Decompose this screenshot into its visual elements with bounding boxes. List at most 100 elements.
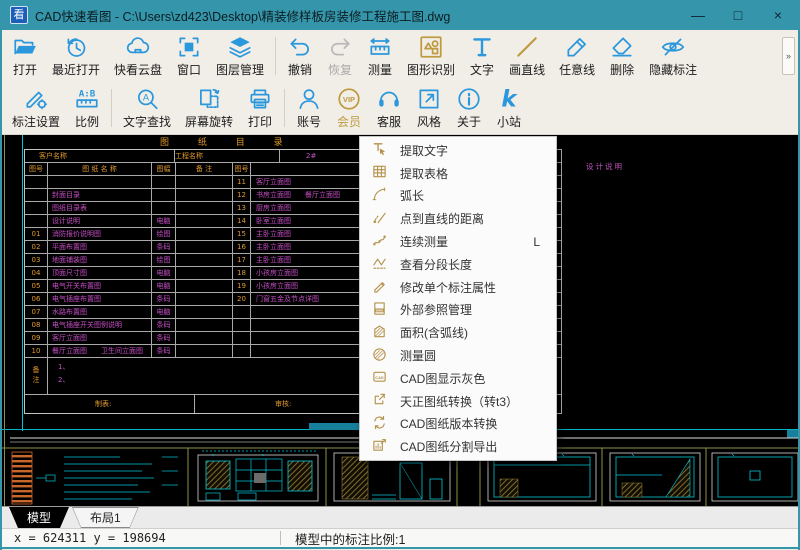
toolbar-button-annotation-settings[interactable]: 标注设置 [5,82,67,134]
shape-recognition-icon [418,34,444,60]
arc-length-icon [372,187,387,205]
toolbar-button-draw-line[interactable]: 画直线 [502,30,552,82]
cad-frame-line-cyan [22,135,23,431]
text-search-icon: A [134,86,160,112]
about-icon [456,86,482,112]
cad-table-client-label: 客户名称 [25,150,175,162]
layout-tabbar: 模型 布局1 [2,506,798,528]
measure-icon [367,34,393,60]
cursor-coordinates: x = 624311 y = 198694 [14,531,266,545]
cloud-drive-icon [125,34,151,60]
menu-item-t3-convert[interactable]: 天正图纸转换（转t3） [360,390,556,413]
toolbar-row-2: 标注设置 A:B 比例 A 文字查找 屏幕旋转 [2,82,798,134]
toolbar-button-hide-annotation[interactable]: 隐藏标注 [642,30,704,82]
window-select-icon [176,34,202,60]
svg-text:k: k [501,87,518,112]
toolbar-button-text[interactable]: 文字 [462,30,502,82]
toolbar-button-window-select[interactable]: 窗口 [169,30,209,82]
recent-open-icon [63,34,89,60]
annotation-scale: 模型中的标注比例:1 [295,529,405,548]
toolbar-button-screen-rotate[interactable]: 屏幕旋转 [178,82,240,134]
cad-table-project-label: 工程名称 [175,150,280,162]
toolbar-button-layer-manage[interactable]: 图层管理 [209,30,271,82]
toolbar-button-account[interactable]: 账号 [289,82,329,134]
hide-annotation-icon [660,34,686,60]
toolbar: 打开 最近打开 快看云盘 窗口 [2,30,798,135]
toolbar-button-service[interactable]: 客服 [369,82,409,134]
toolbar-button-shape-recognition[interactable]: 图形识别 [400,30,462,82]
toolbar-button-style[interactable]: 风格 [409,82,449,134]
toolbar-button-delete[interactable]: 删除 [602,30,642,82]
delete-icon [609,34,635,60]
maximize-button[interactable]: □ [718,0,758,30]
svg-text:A:B: A:B [79,88,96,99]
menu-item-xref-manage[interactable]: DWG 外部参照管理 [360,299,556,322]
titlebar: 看 CAD快速看图 - C:\Users\zd423\Desktop\精装修样板… [2,0,798,30]
menu-item-modify-annotation[interactable]: 修改单个标注属性 [360,276,556,299]
cad-notes-title: 设计说明 [586,161,798,172]
toolbar-button-measure[interactable]: 测量 [360,30,400,82]
cad-teal-bar [309,423,362,430]
menu-item-version-convert[interactable]: CAD图纸版本转换 [360,413,556,436]
site-icon: k [496,86,522,112]
menu-item-extract-text[interactable]: 提取文字 [360,139,556,162]
undo-icon [287,34,313,60]
toolbar-button-open[interactable]: 打开 [5,30,45,82]
app-icon: 看 [10,6,28,24]
menu-item-split-export[interactable]: CAD图纸分割导出 [360,435,556,458]
svg-text:VIP: VIP [343,95,355,104]
window-controls: — □ × [678,0,798,30]
cad-design-notes: 设计说明 [574,151,798,182]
scale-icon: A:B [74,86,100,112]
cad-gray-icon: CAD [372,369,387,387]
app-window: 看 CAD快速看图 - C:\Users\zd423\Desktop\精装修样板… [0,0,800,550]
xref-manage-icon: DWG [372,301,387,319]
toolbar-button-undo[interactable]: 撤销 [280,30,320,82]
draw-line-icon [514,34,540,60]
area-arc-icon [372,324,387,342]
toolbar-button-redo[interactable]: 恢复 [320,30,360,82]
menu-shortcut: L [533,235,540,249]
menu-item-segment-length[interactable]: 查看分段长度 [360,253,556,276]
split-export-icon [372,438,387,456]
toolbar-button-vip[interactable]: VIP 会员 [329,82,369,134]
toolbar-button-print[interactable]: 打印 [240,82,280,134]
menu-item-continuous-measure[interactable]: 连续测量 L [360,230,556,253]
menu-item-measure-circle[interactable]: 测量圆 [360,344,556,367]
toolbar-button-site[interactable]: k 小站 [489,82,529,134]
vip-icon: VIP [336,86,362,112]
menu-item-arc-length[interactable]: 弧长 [360,185,556,208]
continuous-measure-icon [372,233,387,251]
menu-item-extract-table[interactable]: 提取表格 [360,162,556,185]
measure-dropdown-menu: 提取文字 提取表格 弧长 点到直线的距离 [359,136,557,461]
menu-item-point-line-distance[interactable]: 点到直线的距离 [360,207,556,230]
toolbar-button-about[interactable]: 关于 [449,82,489,134]
menu-item-cad-gray[interactable]: CAD CAD图显示灰色 [360,367,556,390]
toolbar-overflow-button[interactable]: » [782,37,795,75]
t3-convert-icon [372,392,387,410]
toolbar-separator [284,89,285,127]
toolbar-button-free-line[interactable]: 任意线 [552,30,602,82]
style-icon [416,86,442,112]
toolbar-separator [111,89,112,127]
measure-circle-icon [372,347,387,365]
drawing-canvas[interactable]: 图 纸 目 录 客户名称 工程名称 2# 图号 图 纸 名 称 图幅 备 注 图… [2,135,798,506]
menu-item-area-arc[interactable]: 面积(含弧线) [360,321,556,344]
svg-text:A: A [143,93,150,103]
toolbar-button-cloud-drive[interactable]: 快看云盘 [107,30,169,82]
toolbar-button-text-search[interactable]: A 文字查找 [116,82,178,134]
statusbar-separator [280,531,281,545]
svg-text:CAD: CAD [375,375,384,380]
minimize-button[interactable]: — [678,0,718,30]
toolbar-separator [275,37,276,75]
window-title: CAD快速看图 - C:\Users\zd423\Desktop\精装修样板房装… [35,6,450,25]
toolbar-button-recent-open[interactable]: 最近打开 [45,30,107,82]
tab-model[interactable]: 模型 [9,507,69,528]
toolbar-button-scale[interactable]: A:B 比例 [67,82,107,134]
text-icon [469,34,495,60]
modify-annotation-icon [372,278,387,296]
statusbar: x = 624311 y = 198694 模型中的标注比例:1 [2,528,798,549]
cad-sheet-title: 图 纸 目 录 [160,135,296,148]
tab-layout1[interactable]: 布局1 [72,507,139,528]
close-button[interactable]: × [758,0,798,30]
